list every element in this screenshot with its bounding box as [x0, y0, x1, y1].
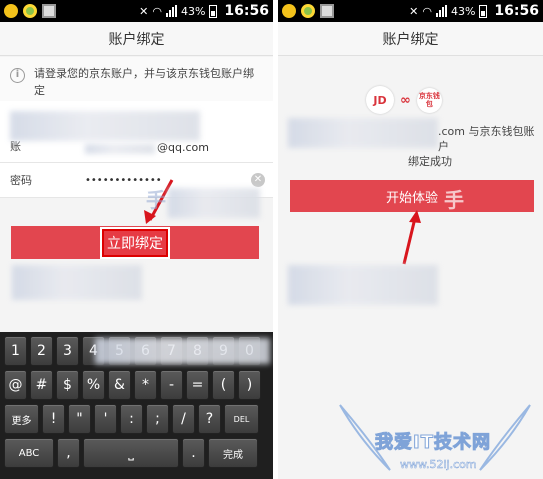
- more-key[interactable]: 更多: [4, 404, 39, 434]
- key[interactable]: /: [172, 404, 195, 434]
- watermark-hand: 手: [444, 188, 464, 212]
- keyboard-row: @ # $ % & * - = ( ): [2, 370, 271, 400]
- key[interactable]: :: [120, 404, 143, 434]
- clock: 16:56: [224, 3, 269, 19]
- key[interactable]: (: [212, 370, 235, 400]
- page-title: 账户绑定: [0, 22, 273, 56]
- key[interactable]: ": [68, 404, 91, 434]
- app-notification-icon: [23, 4, 37, 18]
- key[interactable]: #: [30, 370, 53, 400]
- clock: 16:56: [494, 3, 539, 19]
- key[interactable]: !: [42, 404, 65, 434]
- app-notification-icon: [301, 4, 315, 18]
- account-value: @qq.com: [157, 141, 209, 154]
- success-line: .com 与京东钱包账户: [438, 125, 535, 153]
- key[interactable]: @: [4, 370, 27, 400]
- blurred-account: [85, 144, 155, 154]
- signal-icon: [165, 5, 177, 17]
- wifi-icon: ◠: [152, 4, 162, 18]
- key[interactable]: ;: [146, 404, 169, 434]
- key[interactable]: =: [186, 370, 209, 400]
- key[interactable]: &: [108, 370, 131, 400]
- battery-icon: [209, 4, 218, 18]
- key[interactable]: 1: [4, 336, 27, 366]
- key[interactable]: -: [160, 370, 183, 400]
- battery-percent: 43%: [450, 4, 476, 18]
- close-icon[interactable]: ✕: [251, 173, 265, 187]
- login-form: 账 @qq.com 密码 ••••••••••••• ✕: [0, 101, 273, 198]
- key[interactable]: *: [134, 370, 157, 400]
- image-notification-icon: [320, 4, 334, 18]
- bind-button-label: 立即绑定: [100, 226, 170, 259]
- key[interactable]: ?: [198, 404, 221, 434]
- key[interactable]: %: [82, 370, 105, 400]
- key[interactable]: 2: [30, 336, 53, 366]
- keyboard-row: ABC , ⎵ . 完成: [2, 438, 271, 468]
- watermark-url: www.52ij.com: [400, 458, 477, 472]
- battery-percent: 43%: [180, 4, 206, 18]
- link-icon: ∞: [400, 92, 411, 108]
- bind-now-button[interactable]: 立即绑定: [11, 226, 259, 259]
- battery-icon: [479, 4, 488, 18]
- key[interactable]: .: [182, 438, 205, 468]
- delete-key[interactable]: DEL: [224, 404, 259, 434]
- key[interactable]: ': [94, 404, 117, 434]
- key[interactable]: 3: [56, 336, 79, 366]
- weather-icon: [282, 4, 296, 18]
- watermark-brand: 我爱IT技术网: [375, 432, 491, 454]
- blurred-area: [288, 265, 438, 305]
- done-key[interactable]: 完成: [208, 438, 258, 468]
- signal-icon: [435, 5, 447, 17]
- watermark-hand: 手: [146, 188, 166, 212]
- password-label: 密码: [10, 174, 32, 187]
- status-bar: ✕ ◠ 43% 16:56: [278, 0, 543, 22]
- blurred-area: [95, 338, 270, 364]
- info-icon: i: [10, 68, 25, 83]
- left-screen: ✕ ◠ 43% 16:56 账户绑定 i 请登录您的京东账户，并与该京东钱包账户…: [0, 0, 273, 479]
- success-line: 绑定成功: [408, 155, 452, 168]
- status-bar: ✕ ◠ 43% 16:56: [0, 0, 273, 22]
- bind-success-message: .com 与京东钱包账户 绑定成功: [278, 124, 543, 169]
- blurred-area: [10, 111, 200, 141]
- arrow-pointer-icon: [402, 210, 421, 265]
- watermark: 我爱IT技术网 www.52ij.com: [330, 400, 540, 479]
- notice-text: 请登录您的京东账户，并与该京东钱包账户绑定: [34, 67, 254, 97]
- jd-logo-icon: JD: [366, 86, 394, 114]
- wifi-icon: ◠: [422, 4, 432, 18]
- account-field[interactable]: 账 @qq.com: [0, 101, 273, 163]
- login-notice: i 请登录您的京东账户，并与该京东钱包账户绑定: [0, 57, 273, 101]
- blurred-area: [12, 265, 142, 300]
- binding-logos: JD ∞ 京东钱包: [366, 86, 442, 114]
- keyboard-row: 更多 ! " ' : ; / ? DEL: [2, 404, 271, 434]
- key[interactable]: $: [56, 370, 79, 400]
- key[interactable]: ,: [57, 438, 80, 468]
- image-notification-icon: [42, 4, 56, 18]
- weather-icon: [4, 4, 18, 18]
- key[interactable]: ): [238, 370, 261, 400]
- jd-wallet-logo-icon: 京东钱包: [416, 87, 442, 113]
- blurred-watermark: [168, 188, 260, 218]
- abc-key[interactable]: ABC: [4, 438, 54, 468]
- page-title: 账户绑定: [278, 22, 543, 56]
- mute-icon: ✕: [409, 4, 419, 18]
- mute-icon: ✕: [139, 4, 149, 18]
- space-key[interactable]: ⎵: [83, 438, 179, 468]
